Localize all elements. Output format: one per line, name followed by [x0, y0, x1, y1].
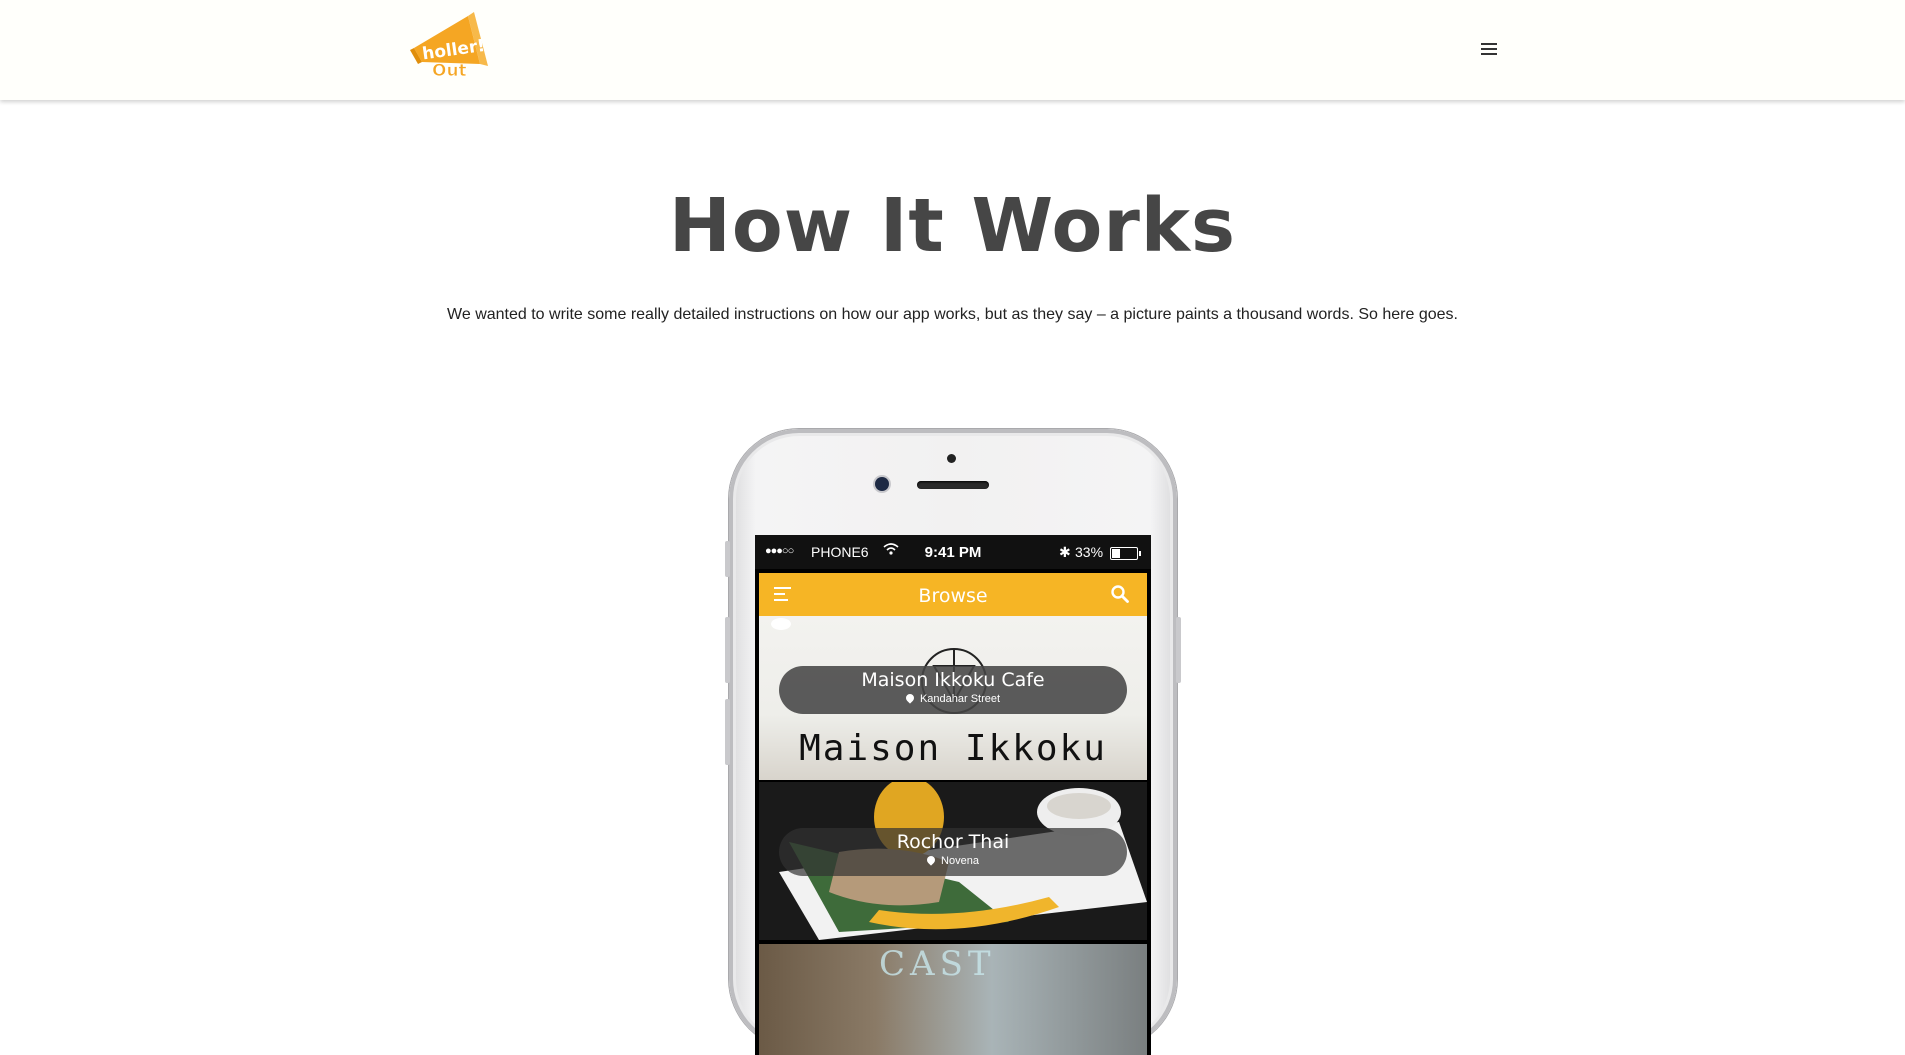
- site-header: holler! Out: [0, 0, 1905, 100]
- page-title: How It Works: [668, 183, 1237, 269]
- battery-icon: [1110, 547, 1141, 560]
- venue-location: Novena: [941, 855, 979, 867]
- venue-label: Maison Ikkoku Cafe Kandahar Street: [779, 666, 1127, 714]
- venue-card-partial[interactable]: CAST: [759, 944, 1147, 1055]
- holler-out-logo[interactable]: holler! Out: [408, 10, 492, 80]
- venue-card-maison-ikkoku[interactable]: Maison Ikkoku Maison Ikkoku Cafe Kandaha…: [759, 616, 1147, 780]
- intro-text: We wanted to write some really detailed …: [447, 306, 1458, 323]
- svg-text:Out: Out: [432, 61, 467, 80]
- venue-card-rochor-thai[interactable]: Rochor Thai Novena: [759, 782, 1147, 940]
- venue-name: Maison Ikkoku Cafe: [861, 669, 1045, 691]
- volume-up-button: [725, 617, 730, 683]
- storefront-partial-text: CAST: [879, 944, 996, 984]
- sensor-dot: [947, 454, 956, 463]
- venue-location: Kandahar Street: [919, 693, 1001, 705]
- mute-switch: [725, 541, 730, 577]
- battery-fill: [1112, 549, 1120, 558]
- volume-down-button: [725, 699, 730, 765]
- battery-percent: 33%: [1075, 544, 1104, 560]
- venue-name: Rochor Thai: [896, 831, 1010, 853]
- front-camera: [875, 477, 889, 491]
- status-bar: ●●●○○ PHONE6 9:41 PM ✱ 33%: [755, 535, 1151, 569]
- bluetooth-icon: ✱: [1059, 544, 1071, 560]
- earpiece-speaker: [917, 481, 989, 489]
- location-pin-icon: [925, 854, 937, 866]
- power-button: [1176, 617, 1181, 683]
- app-bar: Browse: [759, 573, 1147, 616]
- light-blob: [771, 618, 791, 630]
- menu-hamburger-icon[interactable]: [1481, 43, 1497, 57]
- phone-screen: ●●●○○ PHONE6 9:41 PM ✱ 33% Browse Maison…: [755, 535, 1151, 1055]
- phone-mockup: ●●●○○ PHONE6 9:41 PM ✱ 33% Browse Maison…: [725, 429, 1181, 1055]
- app-bar-title: Browse: [918, 585, 988, 607]
- search-icon[interactable]: [1111, 585, 1129, 603]
- venue-label: Rochor Thai Novena: [779, 828, 1127, 876]
- location-pin-icon: [904, 692, 916, 704]
- storefront-sign: Maison Ikkoku: [799, 728, 1107, 769]
